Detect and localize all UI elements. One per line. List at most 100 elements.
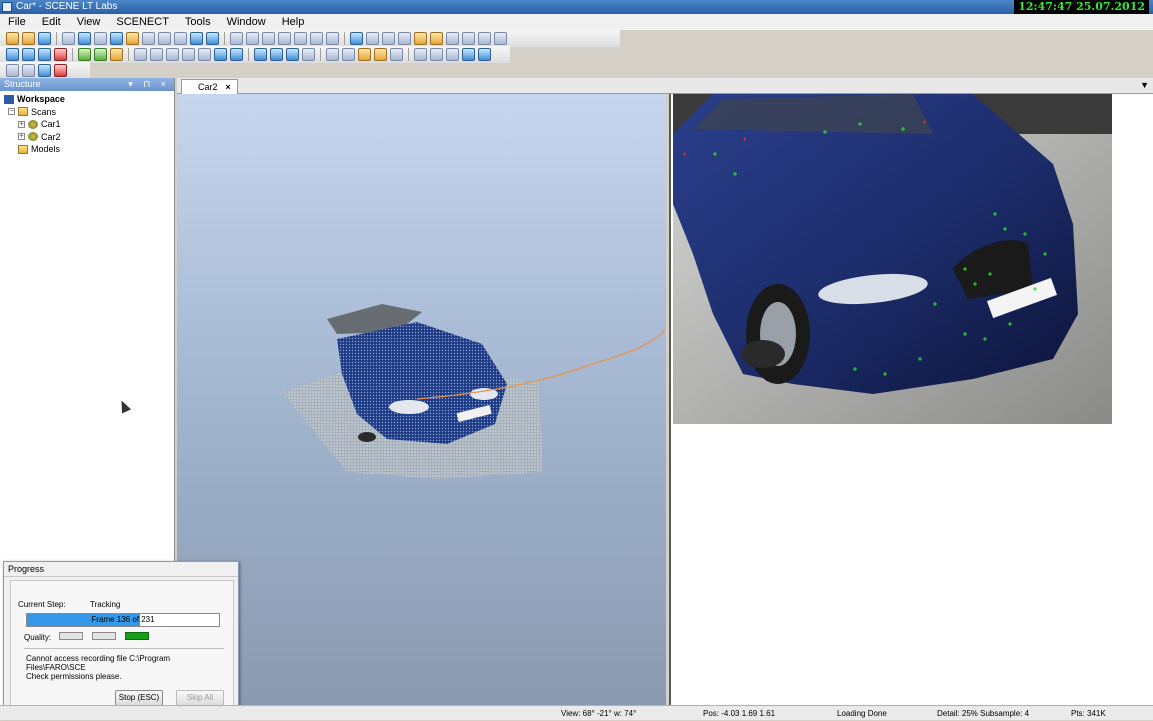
cut-icon[interactable]: [142, 32, 155, 45]
new-workspace-icon[interactable]: [6, 32, 19, 45]
expand-icon[interactable]: +: [18, 133, 25, 141]
import-icon[interactable]: [190, 32, 203, 45]
stop-button[interactable]: Stop (ESC): [115, 690, 163, 706]
workspace-icon: [4, 94, 14, 104]
home-icon[interactable]: [126, 32, 139, 45]
grid-icon[interactable]: [326, 48, 339, 61]
progress-bar-text: Frame 136 of 231: [91, 615, 155, 624]
ellipse-icon[interactable]: [326, 32, 339, 45]
pointer-icon[interactable]: [94, 32, 107, 45]
record-icon[interactable]: [54, 64, 67, 77]
measure-icon[interactable]: [446, 32, 459, 45]
flag-icon[interactable]: [374, 48, 387, 61]
mesh-icon[interactable]: [286, 48, 299, 61]
menu-scenect[interactable]: SCENECT: [108, 14, 177, 30]
open-folder-icon[interactable]: [22, 32, 35, 45]
window-split-icon[interactable]: [366, 32, 379, 45]
window-title-bar: Car* - SCENE LT Labs 12:47:47 25.07.2012: [0, 0, 1153, 14]
note-icon[interactable]: [358, 48, 371, 61]
menu-file[interactable]: File: [0, 14, 34, 30]
fit-view-icon[interactable]: [230, 48, 243, 61]
collapse-icon[interactable]: −: [8, 108, 15, 116]
save-icon[interactable]: [38, 32, 51, 45]
view-left-icon[interactable]: [166, 48, 179, 61]
view-iso-icon[interactable]: [198, 48, 211, 61]
dialog-separator: [24, 648, 224, 649]
menu-edit[interactable]: Edit: [34, 14, 69, 30]
dots-medium-icon[interactable]: [430, 48, 443, 61]
point-cloud-3d-view[interactable]: [177, 94, 666, 705]
help-icon[interactable]: [78, 32, 91, 45]
undo-icon[interactable]: [230, 32, 243, 45]
menu-tools[interactable]: Tools: [177, 14, 219, 30]
view-right-icon[interactable]: [182, 48, 195, 61]
line-icon[interactable]: [278, 32, 291, 45]
points-icon[interactable]: [270, 48, 283, 61]
monitor-icon[interactable]: [38, 64, 51, 77]
eraser-icon[interactable]: [54, 48, 67, 61]
scan-mode-icon[interactable]: [22, 48, 35, 61]
menu-view[interactable]: View: [69, 14, 109, 30]
scanner-icon[interactable]: [302, 48, 315, 61]
list-icon[interactable]: [414, 32, 427, 45]
print-icon[interactable]: [62, 32, 75, 45]
panel-icon[interactable]: [6, 64, 19, 77]
view-back-icon[interactable]: [150, 48, 163, 61]
dots-sparse-icon[interactable]: [414, 48, 427, 61]
structure-panel-header: Structure ▾ ⊓ ×: [0, 78, 174, 91]
window-title: Car* - SCENE LT Labs: [16, 1, 118, 12]
menu-help[interactable]: Help: [274, 14, 313, 30]
panel-controls[interactable]: ▾ ⊓ ×: [128, 78, 170, 91]
place-scans-icon[interactable]: [94, 48, 107, 61]
camera-2d-view[interactable]: [669, 94, 1153, 705]
table-icon[interactable]: [478, 48, 491, 61]
select-mode-icon[interactable]: [6, 48, 19, 61]
close-icon[interactable]: ×: [226, 80, 231, 94]
wand-icon[interactable]: [494, 32, 507, 45]
tree-label-workspace: Workspace: [17, 94, 65, 104]
tab-menu-icon[interactable]: ▼: [1140, 80, 1149, 90]
menu-window[interactable]: Window: [219, 14, 274, 30]
grid-dense-icon[interactable]: [462, 48, 475, 61]
window-cascade-icon[interactable]: [398, 32, 411, 45]
skip-all-button[interactable]: Skip All: [176, 690, 224, 706]
tree-node-models[interactable]: Models: [4, 143, 170, 156]
view-front-icon[interactable]: [134, 48, 147, 61]
rotate-icon[interactable]: [478, 32, 491, 45]
rectangle-select-icon[interactable]: [262, 32, 275, 45]
bounding-box-icon[interactable]: [342, 48, 355, 61]
toolbar-separator: [56, 32, 57, 45]
marker-icon[interactable]: [390, 48, 403, 61]
clip-icon[interactable]: [462, 32, 475, 45]
document-icon[interactable]: [22, 64, 35, 77]
window-layout-icon[interactable]: [350, 32, 363, 45]
paste-icon[interactable]: [174, 32, 187, 45]
status-position: Pos: -4.03 1.69 1.61: [703, 709, 776, 718]
quality-indicator-high: [125, 632, 149, 640]
window-tile-icon[interactable]: [382, 32, 395, 45]
circle-icon[interactable]: [310, 32, 323, 45]
tree-node-workspace[interactable]: Workspace: [4, 93, 170, 106]
zoom-icon[interactable]: [214, 48, 227, 61]
redo-icon[interactable]: [246, 32, 259, 45]
tree-node-car1[interactable]: + Car1: [4, 118, 170, 131]
tab-car2[interactable]: Car2 ×: [181, 79, 238, 94]
colorize-icon[interactable]: [110, 48, 123, 61]
app-icon[interactable]: [2, 2, 12, 12]
walk-mode-icon[interactable]: [38, 48, 51, 61]
error-message-line-1: Cannot access recording file C:\Program …: [26, 654, 171, 672]
tree-node-car2[interactable]: + Car2: [4, 131, 170, 144]
progress-dialog-title: Progress: [4, 562, 238, 577]
expand-icon[interactable]: +: [18, 120, 25, 128]
frame-progress-bar: Frame 136 of 231: [26, 613, 220, 627]
register-icon[interactable]: [78, 48, 91, 61]
dots-dense-icon[interactable]: [446, 48, 459, 61]
current-step-value: Tracking: [90, 600, 121, 609]
polyline-icon[interactable]: [294, 32, 307, 45]
export-icon[interactable]: [206, 32, 219, 45]
tree-node-scans[interactable]: − Scans: [4, 106, 170, 119]
view-3d-icon[interactable]: [110, 32, 123, 45]
filter-icon[interactable]: [254, 48, 267, 61]
properties-icon[interactable]: [430, 32, 443, 45]
copy-icon[interactable]: [158, 32, 171, 45]
